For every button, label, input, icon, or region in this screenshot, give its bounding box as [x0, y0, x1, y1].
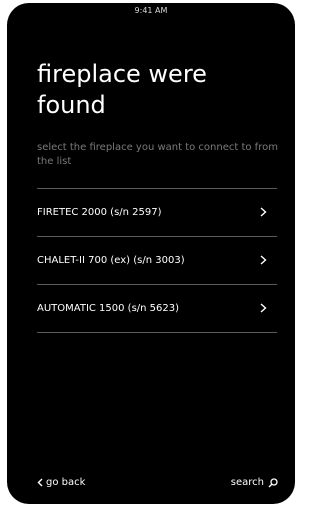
fireplace-item-label: CHALET-II 700 (ex) (s/n 3003) — [37, 255, 185, 266]
search-icon — [268, 477, 278, 488]
fireplace-list: FIRETEC 2000 (s/n 2597) CHALET-II 700 (e… — [37, 188, 277, 333]
chevron-right-icon — [260, 302, 277, 316]
chevron-left-icon — [37, 478, 43, 487]
status-time: 9:41 AM — [134, 6, 168, 15]
fireplace-item-firetec-2000[interactable]: FIRETEC 2000 (s/n 2597) — [37, 189, 277, 237]
fireplace-item-automatic-1500[interactable]: AUTOMATIC 1500 (s/n 5623) — [37, 285, 277, 333]
fireplace-item-label: AUTOMATIC 1500 (s/n 5623) — [37, 303, 180, 314]
go-back-button[interactable]: go back — [37, 477, 85, 488]
phone-screen: 9:41 AM fireplace were found select the … — [7, 3, 295, 504]
fireplace-item-label: FIRETEC 2000 (s/n 2597) — [37, 207, 162, 218]
page-subtitle: select the fireplace you want to connect… — [37, 142, 278, 167]
chevron-right-icon — [260, 206, 277, 220]
page-title: fireplace were found — [37, 60, 207, 119]
search-label: search — [230, 477, 264, 488]
search-button[interactable]: search — [231, 477, 278, 488]
go-back-label: go back — [46, 477, 86, 488]
chevron-right-icon — [260, 254, 277, 268]
fireplace-item-chalet-ii-700[interactable]: CHALET-II 700 (ex) (s/n 3003) — [37, 237, 277, 285]
